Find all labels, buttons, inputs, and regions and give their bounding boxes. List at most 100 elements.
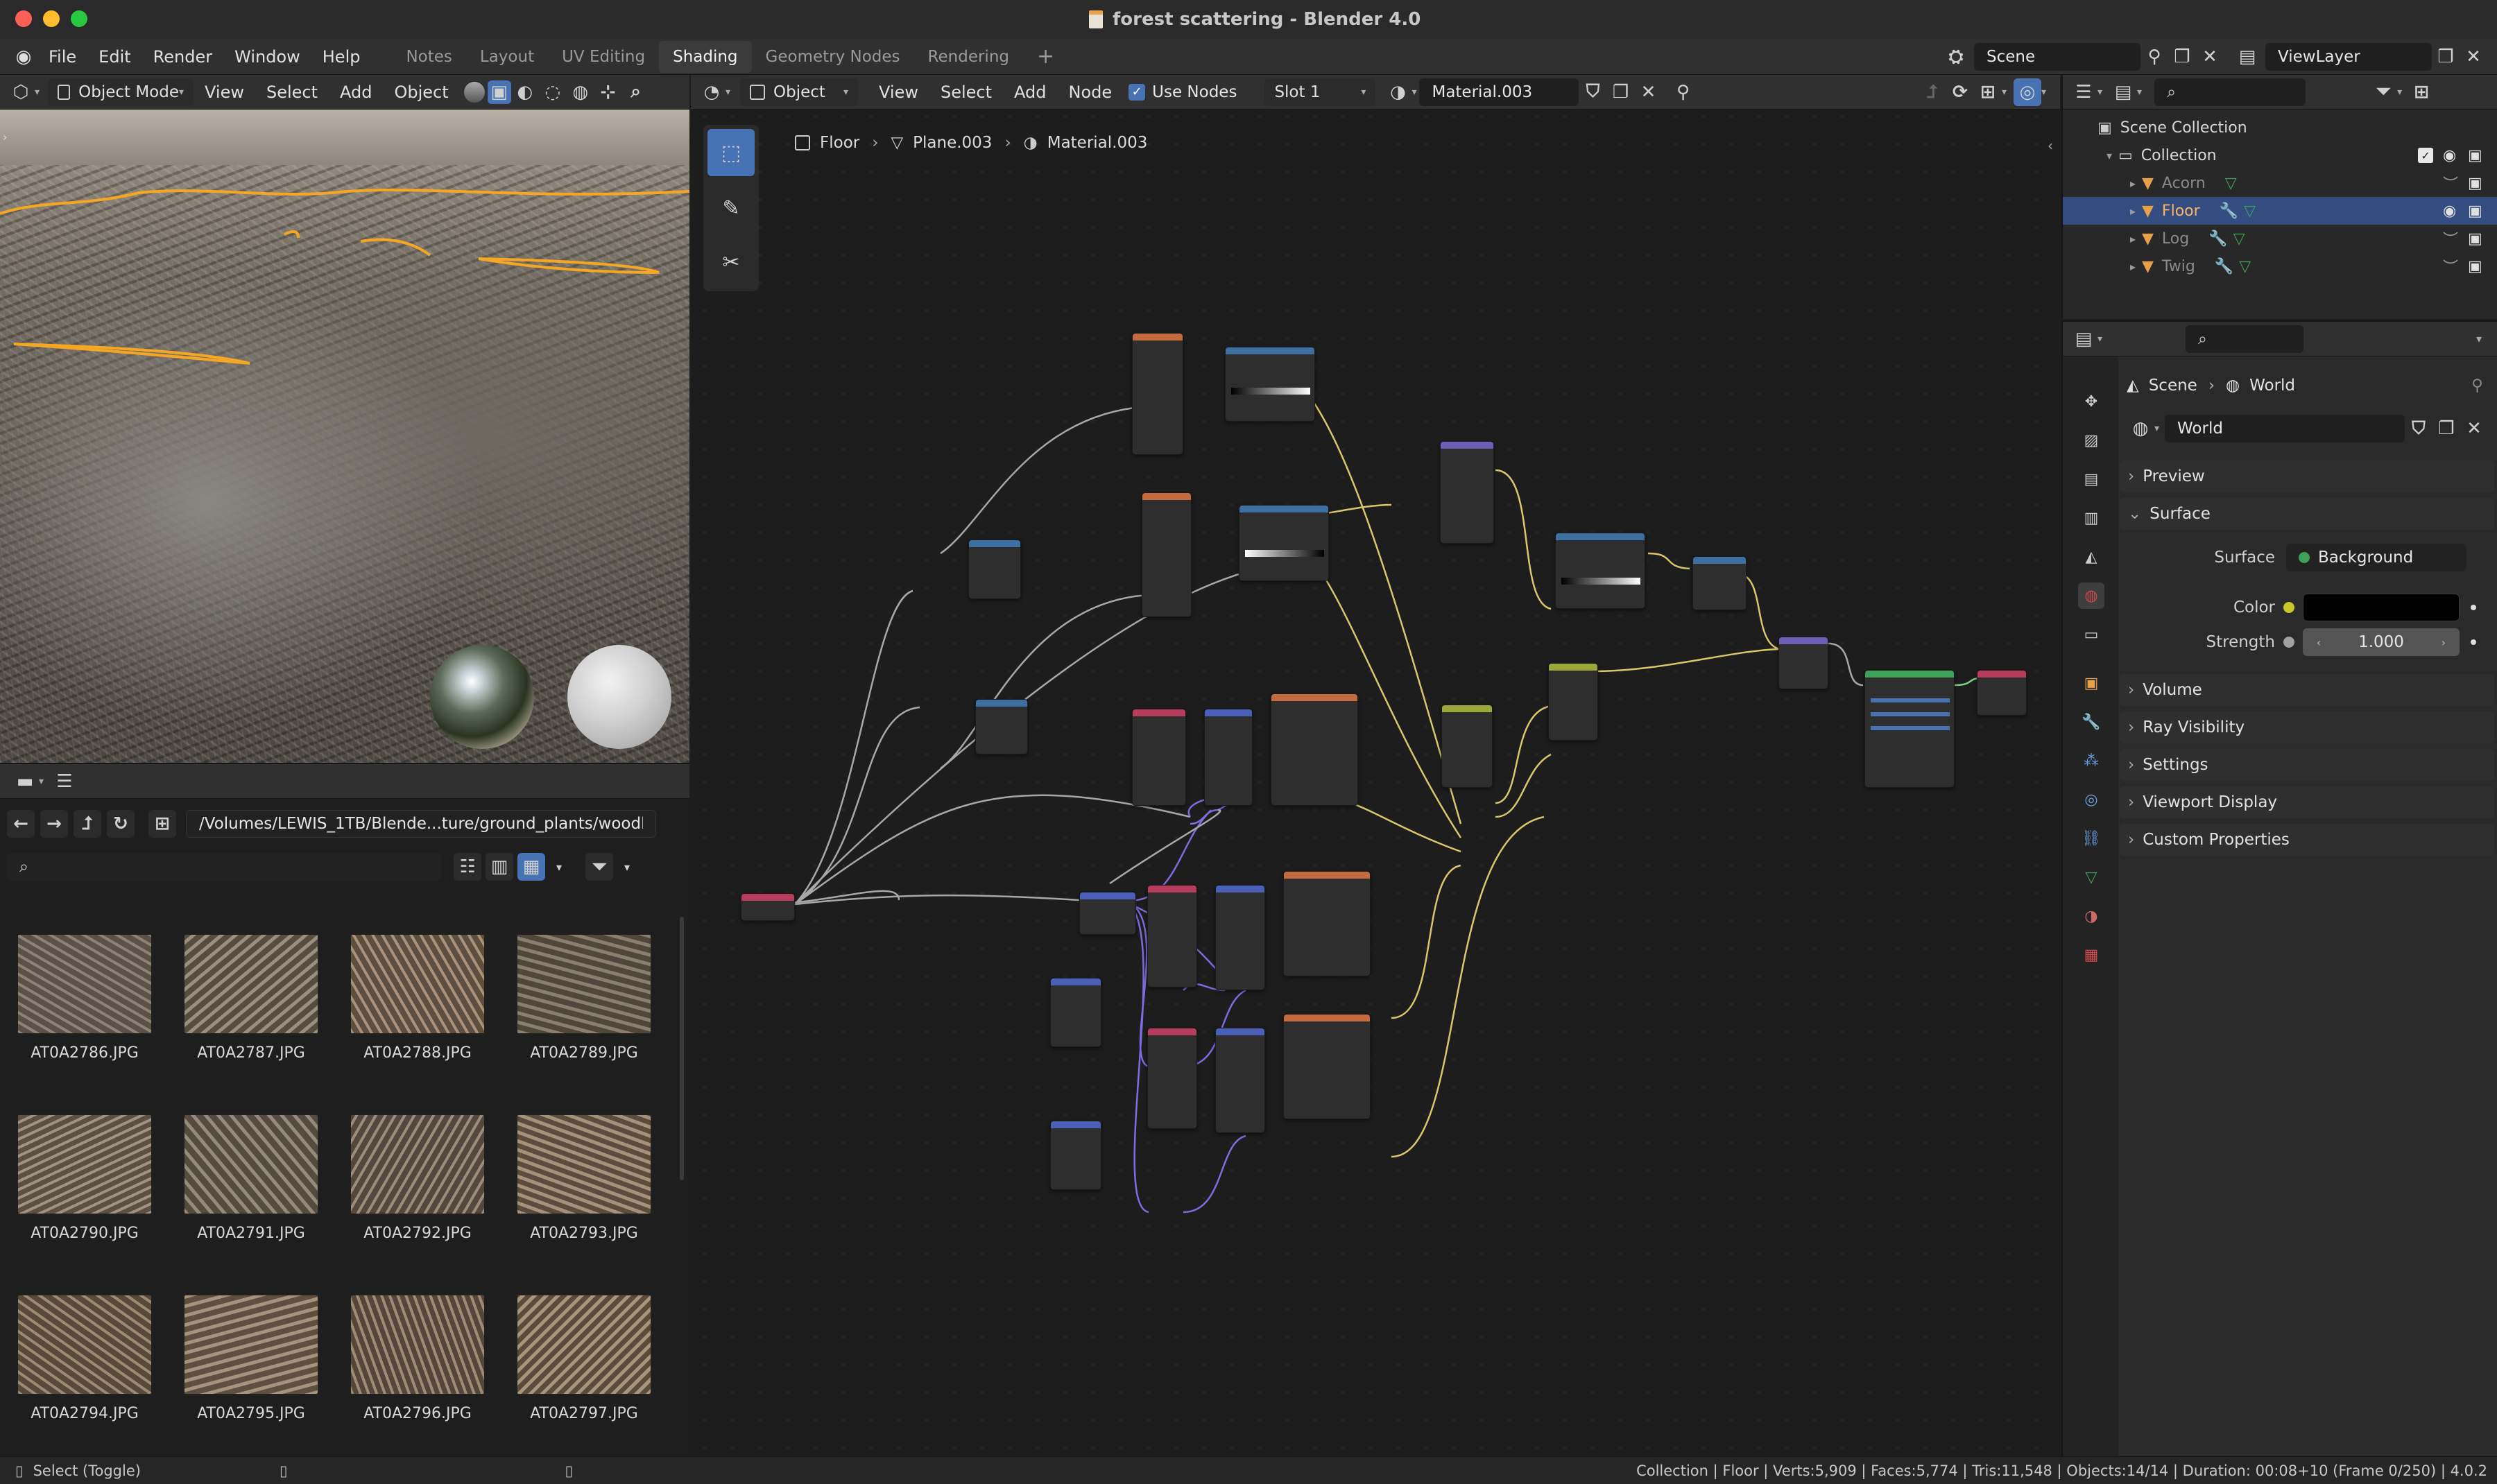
world-tab-icon[interactable]: ◍ (2078, 583, 2104, 609)
file-thumbnail[interactable] (516, 1294, 652, 1395)
tab-notes[interactable]: Notes (392, 41, 465, 73)
gizmo-icon[interactable]: ⊹ (594, 78, 622, 106)
filter-icon[interactable]: ⏷ (585, 853, 613, 881)
delete-view-layer-icon[interactable]: ✕ (2460, 43, 2487, 71)
refresh-icon[interactable]: ↻ (107, 810, 135, 838)
image-texture-node-4[interactable] (1283, 871, 1371, 976)
menu-help[interactable]: Help (311, 47, 372, 67)
tab-uv-editing[interactable]: UV Editing (548, 41, 659, 73)
viewport-tools-toggle-icon[interactable]: › (3, 130, 7, 144)
file-thumbnail[interactable] (183, 933, 319, 1035)
section-settings[interactable]: › Settings (2120, 749, 2494, 781)
vertical-list-icon[interactable]: ☷ (454, 853, 481, 881)
filter-options-icon[interactable]: ▾ (613, 853, 641, 881)
file-thumbnail[interactable] (183, 1114, 319, 1215)
expand-icon[interactable]: ▾ (2100, 149, 2118, 162)
back-arrow-icon[interactable]: ← (7, 810, 35, 838)
displacement-node[interactable] (1778, 637, 1828, 689)
duplicate-world-icon[interactable]: ❐ (2432, 415, 2460, 442)
section-viewport-display[interactable]: › Viewport Display (2120, 786, 2494, 818)
menu-file[interactable]: File (37, 47, 87, 67)
expand-icon[interactable]: ▸ (2124, 232, 2142, 245)
file-thumbnail[interactable] (516, 1114, 652, 1215)
mapping-node-1[interactable] (1204, 709, 1253, 806)
surface-shader-selector[interactable]: Background (2286, 544, 2466, 571)
tab-layout[interactable]: Layout (466, 41, 548, 73)
parent-dir-icon[interactable]: ⮥ (74, 810, 101, 838)
file-thumbnail[interactable] (183, 1294, 319, 1395)
view-layer-tab-icon[interactable]: ▥ (2078, 505, 2104, 531)
visibility-eye-icon[interactable]: ◉ (2443, 147, 2456, 164)
value-node-2[interactable] (1050, 1121, 1101, 1190)
section-ray-visibility[interactable]: › Ray Visibility (2120, 711, 2494, 743)
file-search-input[interactable]: ⌕ (7, 853, 441, 881)
add-workspace-button[interactable]: + (1023, 41, 1068, 73)
editor-type-icon[interactable]: ⬡ (7, 78, 35, 106)
viewport-search-icon[interactable]: ⌕ (622, 78, 650, 106)
image-texture-node-5[interactable] (1283, 1014, 1371, 1119)
render-camera-icon[interactable]: ▣ (2468, 202, 2482, 220)
display-options-icon[interactable]: ▾ (545, 853, 573, 881)
view-layer-selector[interactable]: ViewLayer (2265, 43, 2432, 71)
file-thumbnail[interactable] (350, 933, 486, 1035)
file-thumbnail[interactable] (350, 1114, 486, 1215)
render-preview-icon[interactable]: ◍ (567, 78, 594, 106)
tab-geometry-nodes[interactable]: Geometry Nodes (752, 41, 914, 73)
section-volume[interactable]: › Volume (2120, 674, 2494, 706)
render-camera-icon[interactable]: ▣ (2468, 230, 2482, 248)
fake-user-shield-icon[interactable]: ⛉ (2405, 415, 2432, 442)
close-window-button[interactable] (15, 10, 32, 27)
image-texture-node-3[interactable] (1271, 693, 1358, 806)
new-collection-icon[interactable]: ⊞ (2408, 78, 2435, 106)
render-camera-icon[interactable]: ▣ (2468, 258, 2482, 275)
world-browse-icon[interactable]: ◍ (2127, 415, 2154, 442)
outliner-row-acorn[interactable]: ▸ ▼ Acorn ▽ ︶ ▣ (2063, 169, 2497, 197)
viewport-render[interactable]: › (0, 110, 689, 763)
hidden-eye-icon[interactable]: ︶ (2443, 255, 2458, 277)
data-tab-icon[interactable]: ▽ (2078, 864, 2104, 890)
mix-node-1[interactable] (1441, 705, 1493, 788)
viewport-shading-icon[interactable]: ◐ (511, 78, 539, 106)
outliner-search[interactable]: ⌕ (2154, 78, 2306, 106)
section-surface[interactable]: ⌄ Surface (2120, 498, 2494, 530)
particles-tab-icon[interactable]: ⁂ (2078, 748, 2104, 774)
output-tab-icon[interactable]: ▤ (2078, 466, 2104, 492)
math-node[interactable] (1692, 556, 1747, 610)
xray-icon[interactable]: ▣ (487, 80, 511, 104)
modifier-tab-icon[interactable]: 🔧 (2078, 709, 2104, 735)
noise-node-a[interactable] (968, 540, 1021, 599)
menu-window[interactable]: Window (223, 47, 311, 67)
delete-scene-icon[interactable]: ✕ (2196, 43, 2224, 71)
hidden-eye-icon[interactable]: ︶ (2443, 227, 2458, 250)
zoom-window-button[interactable] (71, 10, 87, 27)
mapping-node-2[interactable] (1215, 885, 1265, 990)
outliner-row-floor[interactable]: ▸ ▼ Floor 🔧 ▽ ◉ ▣ (2063, 197, 2497, 225)
viewport-menu-add[interactable]: Add (329, 83, 383, 102)
image-texture-node-2[interactable] (1142, 492, 1192, 617)
bump-node[interactable] (1440, 441, 1494, 544)
tab-rendering[interactable]: Rendering (914, 41, 1023, 73)
constraints-tab-icon[interactable]: ⛓ (2078, 825, 2104, 852)
new-scene-icon[interactable]: ❐ (2168, 43, 2196, 71)
properties-search[interactable]: ⌕ (2186, 325, 2304, 353)
file-scrollbar[interactable] (680, 917, 684, 1180)
expand-icon[interactable]: ▸ (2124, 205, 2142, 218)
keyframe-dot-icon[interactable] (2471, 639, 2476, 645)
forward-arrow-icon[interactable]: → (40, 810, 68, 838)
mapping-node-main[interactable] (1079, 892, 1136, 935)
minimize-window-button[interactable] (43, 10, 60, 27)
texture-coordinate-node[interactable] (741, 893, 795, 921)
properties-editor-icon[interactable]: ▤ (2070, 325, 2097, 353)
texture-coordinate-node-3[interactable] (1147, 885, 1197, 987)
keyframe-dot-icon[interactable] (2471, 605, 2476, 610)
collection-checkbox[interactable]: ✓ (2418, 148, 2433, 163)
render-camera-icon[interactable]: ▣ (2468, 147, 2482, 164)
shader-node-editor[interactable]: ◔ ▾ Object ▾ View Select Add Node ✓ Use … (691, 75, 2060, 1456)
mapping-node-3[interactable] (1215, 1028, 1265, 1133)
blender-logo-icon[interactable]: ◉ (10, 43, 37, 71)
value-node-1[interactable] (1050, 978, 1101, 1047)
hamburger-menu-icon[interactable]: ☰ (51, 768, 78, 795)
scene-tab-icon[interactable]: ◭ (2078, 544, 2104, 570)
noise-node-b[interactable] (975, 699, 1028, 754)
expand-icon[interactable]: ▸ (2124, 177, 2142, 190)
